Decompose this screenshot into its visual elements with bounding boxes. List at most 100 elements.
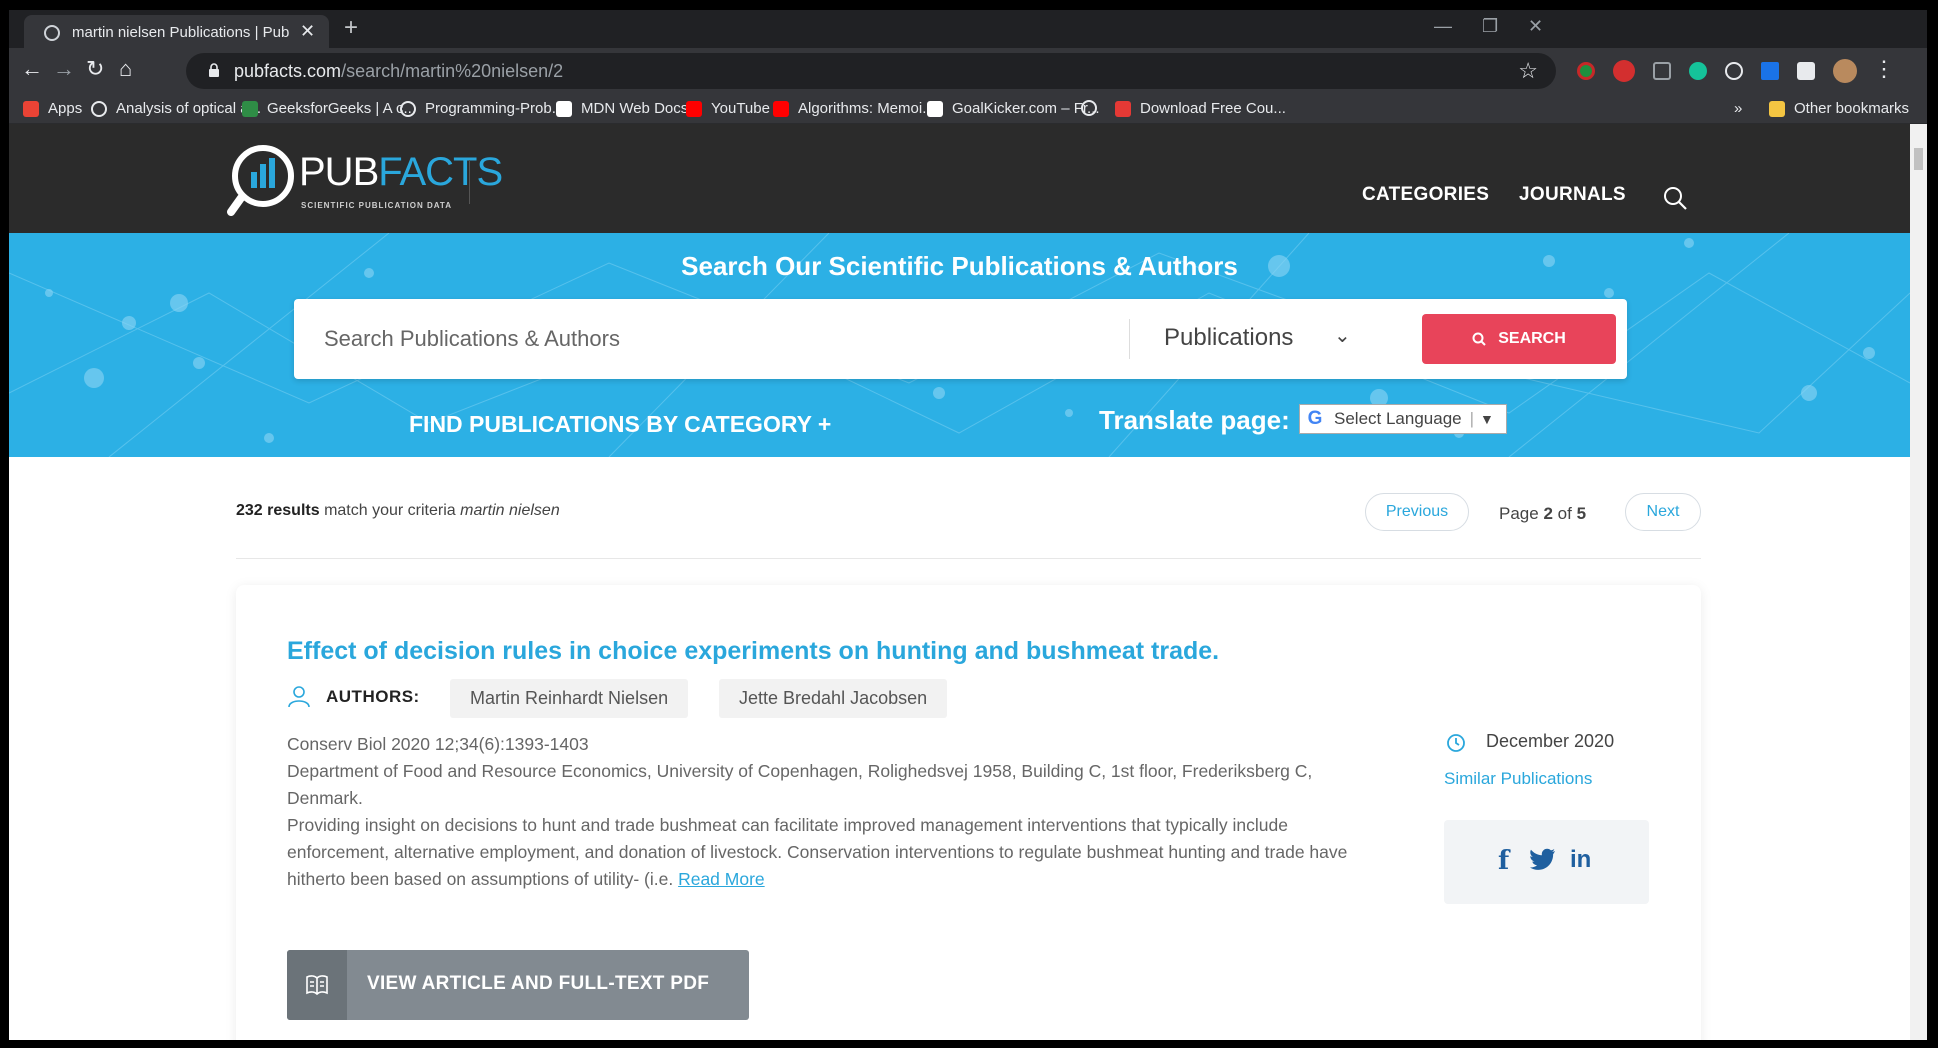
- address-bar[interactable]: pubfacts.com/search/martin%20nielsen/2 ☆: [186, 53, 1556, 89]
- bookmark-item[interactable]: [1081, 100, 1106, 116]
- folder-icon: [1769, 100, 1785, 117]
- chevron-down-icon[interactable]: ⌄: [1334, 323, 1351, 348]
- bookmark-item[interactable]: Programming-Prob...: [400, 100, 564, 117]
- search-button-label: SEARCH: [1498, 330, 1566, 347]
- url-text: pubfacts.com/search/martin%20nielsen/2: [234, 61, 564, 81]
- browser-toolbar: ← → ↻ ⌂ pubfacts.com/search/martin%20nie…: [9, 48, 1927, 94]
- linkedin-icon[interactable]: in: [1570, 846, 1591, 874]
- adblock-icon[interactable]: [1613, 60, 1635, 82]
- scrollbar-thumb[interactable]: [1914, 148, 1923, 170]
- bookmark-item[interactable]: Analysis of optical a...: [91, 100, 261, 117]
- bookmark-label: Programming-Prob...: [425, 100, 565, 117]
- back-arrow-icon[interactable]: ←: [21, 58, 43, 80]
- fco-icon: [1115, 100, 1131, 117]
- authors-label: AUTHORS:: [326, 687, 420, 706]
- results-summary: 232 results match your criteria martin n…: [236, 502, 560, 520]
- bookmark-label: MDN Web Docs: [581, 100, 689, 117]
- globe-icon: [1081, 100, 1097, 116]
- new-tab-button[interactable]: +: [344, 14, 358, 42]
- pubfacts-logo-icon[interactable]: [227, 142, 299, 216]
- publication-card: Effect of decision rules in choice exper…: [236, 585, 1701, 1040]
- home-icon[interactable]: ⌂: [119, 58, 132, 80]
- facebook-icon[interactable]: f: [1498, 846, 1509, 876]
- article-title-link[interactable]: Effect of decision rules in choice exper…: [287, 637, 1219, 666]
- page-viewport: PUBFACTS SCIENTIFIC PUBLICATION DATA CAT…: [9, 124, 1910, 1040]
- forward-arrow-icon[interactable]: →: [53, 58, 75, 80]
- bookmark-label: GoalKicker.com – Fr...: [952, 100, 1100, 117]
- language-select-label: Select Language: [1334, 409, 1462, 428]
- twitter-icon[interactable]: [1530, 848, 1556, 870]
- page-scrollbar[interactable]: [1910, 124, 1927, 1040]
- results-query: martin nielsen: [460, 502, 560, 519]
- nav-journals[interactable]: JOURNALS: [1519, 184, 1626, 206]
- search-button[interactable]: SEARCH: [1422, 314, 1616, 364]
- close-tab-icon[interactable]: ✕: [300, 21, 315, 42]
- translate-label: Translate page:: [1099, 405, 1290, 435]
- language-select[interactable]: G Select Language | ▼: [1299, 404, 1507, 434]
- search-icon[interactable]: [1662, 185, 1688, 211]
- similar-publications-link[interactable]: Similar Publications: [1444, 769, 1592, 789]
- bookmark-item[interactable]: Download Free Cou...: [1115, 100, 1286, 117]
- bookmark-item[interactable]: YouTube: [686, 100, 770, 117]
- mdn-icon: [556, 100, 572, 117]
- screen-frame: martin nielsen Publications | Pub ✕ + — …: [0, 0, 1938, 1048]
- next-page-button[interactable]: Next: [1625, 493, 1701, 531]
- bookmark-label: Apps: [48, 100, 83, 117]
- profile-avatar[interactable]: [1833, 59, 1857, 83]
- search-icon: [1472, 332, 1486, 346]
- affiliation: Department of Food and Resource Economic…: [287, 761, 1313, 808]
- bookmark-label: YouTube: [711, 100, 770, 117]
- tab-strip: martin nielsen Publications | Pub ✕ + — …: [9, 10, 1927, 48]
- browser-tab[interactable]: martin nielsen Publications | Pub ✕: [24, 15, 329, 48]
- extension-icon[interactable]: [1577, 62, 1595, 80]
- results-divider: [236, 558, 1701, 559]
- grammarly-icon[interactable]: [1689, 62, 1707, 80]
- react-devtools-icon[interactable]: [1725, 62, 1743, 80]
- minimize-button[interactable]: —: [1434, 16, 1452, 37]
- publication-details: Conserv Biol 2020 12;34(6):1393-1403 Dep…: [287, 731, 1377, 893]
- search-input[interactable]: [324, 317, 1094, 361]
- hero-title: Search Our Scientific Publications & Aut…: [681, 251, 1238, 281]
- youtube-icon: [686, 100, 702, 117]
- browser-window: martin nielsen Publications | Pub ✕ + — …: [9, 10, 1927, 1040]
- logo-wordmark[interactable]: PUBFACTS: [299, 150, 503, 195]
- bookmarks-overflow-button[interactable]: »: [1734, 100, 1742, 117]
- menu-kebab-icon[interactable]: ⋮: [1873, 58, 1895, 80]
- extensions-puzzle-icon[interactable]: [1797, 62, 1815, 80]
- search-divider: [1129, 319, 1130, 359]
- clock-icon: [1447, 734, 1465, 752]
- bookmark-item[interactable]: MDN Web Docs: [556, 100, 688, 117]
- bookmark-item[interactable]: Algorithms: Memoi...: [773, 100, 935, 117]
- bookmark-star-icon[interactable]: ☆: [1518, 58, 1538, 84]
- read-more-link[interactable]: Read More: [678, 869, 765, 889]
- os-taskbar-edge: [0, 1040, 1938, 1048]
- restore-button[interactable]: ❐: [1482, 16, 1498, 37]
- user-icon: [288, 686, 310, 708]
- bookmark-item[interactable]: Apps: [23, 100, 82, 117]
- nav-categories[interactable]: CATEGORIES: [1362, 184, 1489, 206]
- previous-page-button[interactable]: Previous: [1365, 493, 1469, 531]
- find-by-category-link[interactable]: FIND PUBLICATIONS BY CATEGORY +: [409, 411, 831, 438]
- pubfacts-favicon-icon: [44, 25, 60, 41]
- json-extension-icon[interactable]: [1653, 62, 1671, 80]
- search-hero: Search Our Scientific Publications & Aut…: [9, 233, 1910, 457]
- share-panel: f in: [1444, 820, 1649, 904]
- view-article-button[interactable]: VIEW ARTICLE AND FULL-TEXT PDF: [287, 950, 749, 1020]
- bookmark-item[interactable]: GoalKicker.com – Fr...: [927, 100, 1100, 117]
- search-type-select[interactable]: Publications: [1164, 324, 1293, 352]
- author-chip[interactable]: Jette Bredahl Jacobsen: [719, 679, 948, 718]
- bookmarks-bar: Apps Analysis of optical a... GeeksforGeek…: [9, 94, 1927, 124]
- dropdown-arrow-icon: ▼: [1480, 411, 1494, 427]
- google-g-icon: G: [1307, 408, 1323, 429]
- github-icon: [400, 100, 416, 117]
- close-window-button[interactable]: ✕: [1528, 16, 1543, 37]
- journal-citation: Conserv Biol 2020 12;34(6):1393-1403: [287, 734, 589, 754]
- author-chip[interactable]: Martin Reinhardt Nielsen: [450, 679, 689, 718]
- bookmark-label: GeeksforGeeks | A c...: [267, 100, 416, 117]
- select-separator: |: [1469, 409, 1475, 428]
- ui-extension-icon[interactable]: [1761, 62, 1779, 80]
- other-bookmarks-folder[interactable]: Other bookmarks: [1769, 100, 1909, 117]
- bookmark-label: Download Free Cou...: [1140, 100, 1286, 117]
- reload-icon[interactable]: ↻: [86, 58, 104, 80]
- bookmark-item[interactable]: GeeksforGeeks | A c...: [242, 100, 416, 117]
